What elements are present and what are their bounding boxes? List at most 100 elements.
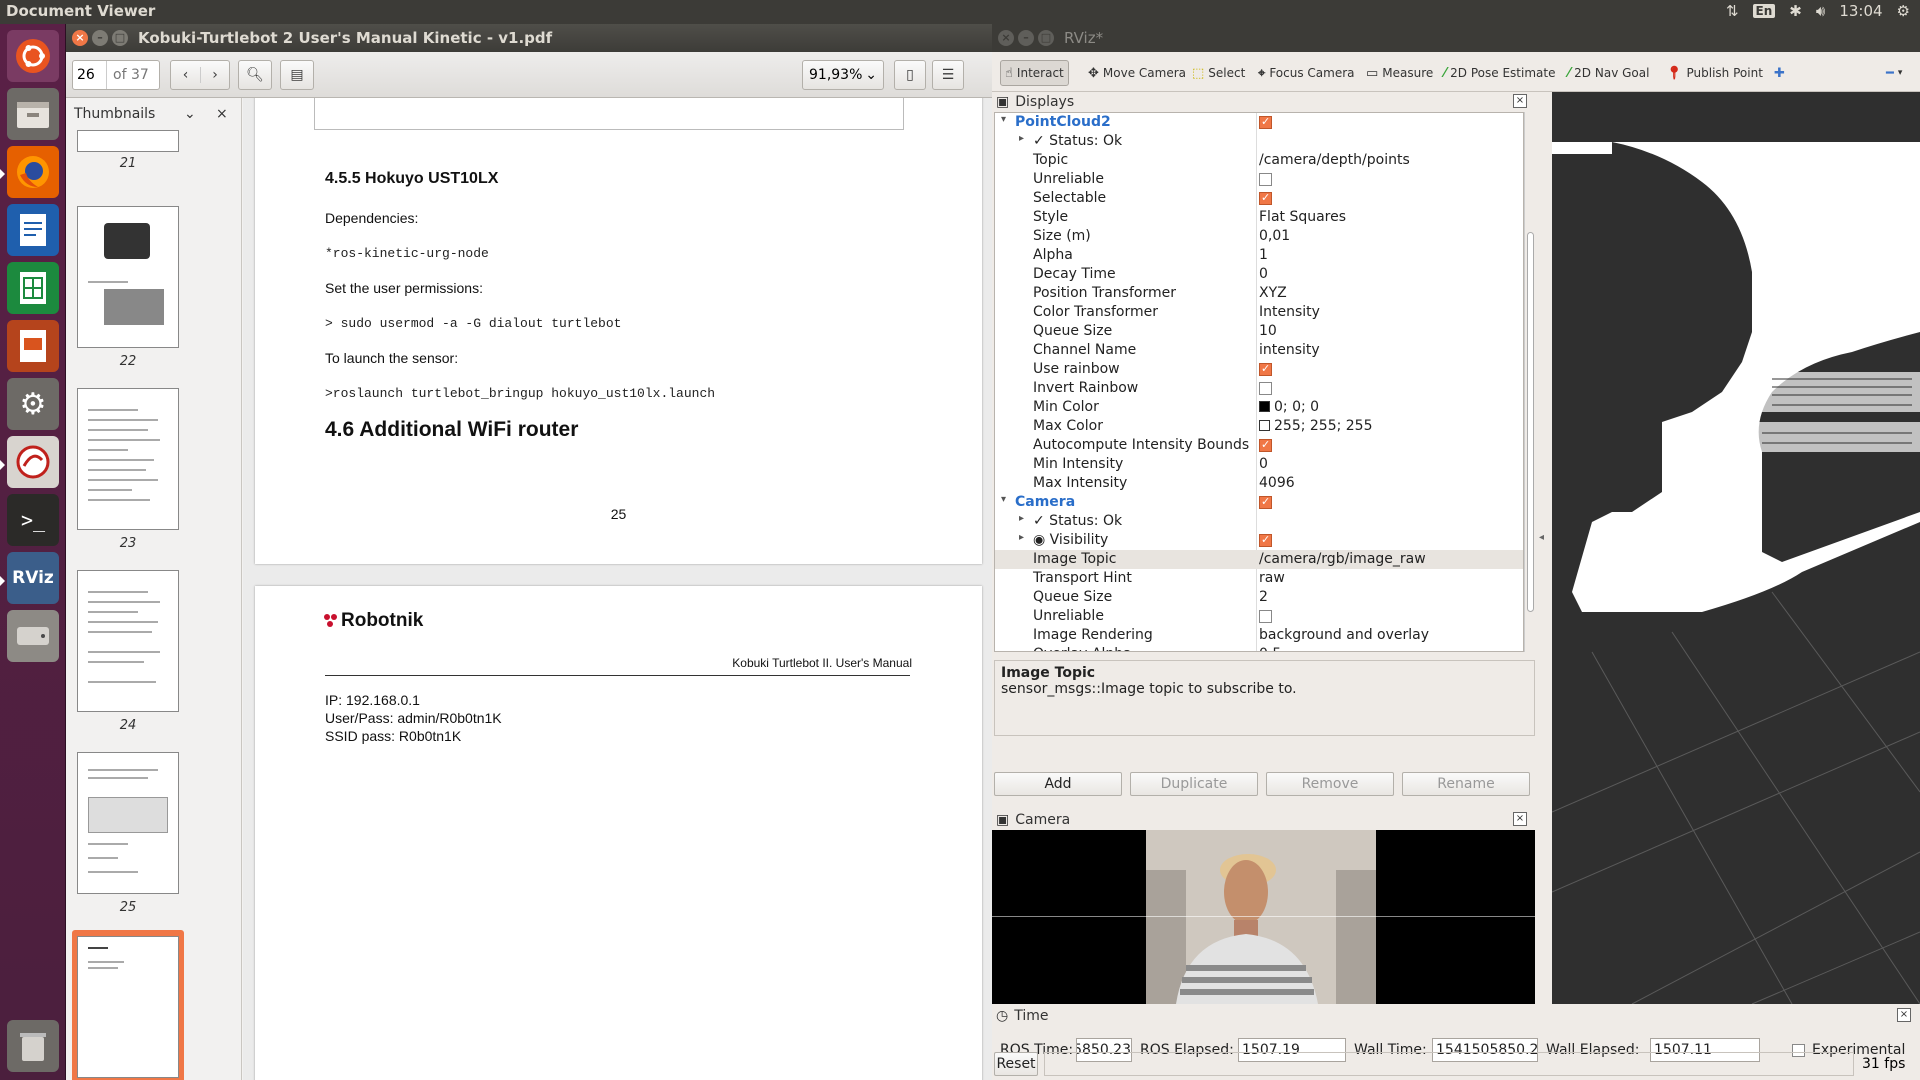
calc-icon[interactable]	[7, 262, 59, 314]
add-tool-button[interactable]: ✚	[1770, 60, 1789, 86]
property-value[interactable]: 255; 255; 255	[1259, 418, 1373, 434]
chevron-right-icon[interactable]: ›	[199, 67, 229, 83]
property-checkbox[interactable]	[1259, 495, 1272, 509]
collapsed-icon[interactable]: ▸	[1019, 513, 1024, 524]
expand-icon[interactable]: ▾	[1001, 114, 1006, 125]
property-checkbox[interactable]	[1259, 382, 1272, 395]
pose-estimate-tool[interactable]: ⁄ 2D Pose Estimate	[1440, 60, 1559, 86]
remove-display-button[interactable]: Remove	[1266, 772, 1394, 796]
thumbnail-page[interactable]	[77, 570, 179, 712]
chevron-down-icon[interactable]: ⌄	[184, 106, 196, 122]
chevron-left-icon[interactable]: ◂	[1539, 532, 1544, 543]
search-button[interactable]: 🔍︎	[238, 60, 272, 90]
tool-menu-button[interactable]: ━ ▾	[1882, 60, 1906, 86]
camera-image-view[interactable]	[992, 830, 1535, 1004]
property-row[interactable]: Transport Hint raw	[995, 569, 1523, 588]
property-row[interactable]: Overlay Alpha 0.5	[995, 645, 1523, 651]
page-selector[interactable]: 26 of 37	[72, 60, 160, 90]
trash-icon[interactable]	[7, 1020, 59, 1072]
impress-icon[interactable]	[7, 320, 59, 372]
property-row[interactable]: Alpha 1	[995, 246, 1523, 265]
document-viewer-icon[interactable]	[7, 436, 59, 488]
thumbnail-page-current[interactable]	[77, 936, 179, 1078]
move-camera-tool[interactable]: ✥ Move Camera	[1084, 60, 1190, 86]
minimize-window-button[interactable]: –	[92, 30, 108, 46]
interact-tool[interactable]: ☝ Interact	[1000, 60, 1069, 86]
property-checkbox[interactable]	[1259, 115, 1272, 129]
property-checkbox[interactable]	[1259, 362, 1272, 376]
property-row[interactable]: Position Transformer XYZ	[995, 284, 1523, 303]
property-value[interactable]: /camera/depth/points	[1259, 152, 1410, 168]
gear-icon[interactable]: ⚙	[1897, 2, 1910, 20]
property-row[interactable]: Selectable	[995, 189, 1523, 208]
collapsed-icon[interactable]: ▸	[1019, 133, 1024, 144]
chevron-left-icon[interactable]: ‹	[171, 67, 200, 83]
thumbnail-page[interactable]	[77, 388, 179, 530]
expand-icon[interactable]: ▾	[1001, 494, 1006, 505]
property-value[interactable]: Flat Squares	[1259, 209, 1346, 225]
document-view[interactable]: 4.5.5 Hokuyo UST10LX Dependencies: *ros-…	[243, 98, 992, 1080]
property-row[interactable]: Color Transformer Intensity	[995, 303, 1523, 322]
property-value[interactable]: raw	[1259, 570, 1285, 586]
property-row[interactable]: Image Rendering background and overlay	[995, 626, 1523, 645]
maximize-window-button[interactable]: □	[112, 30, 128, 46]
close-window-button[interactable]: ×	[72, 30, 88, 46]
collapsed-icon[interactable]: ▸	[1019, 532, 1024, 543]
menu-button[interactable]: ☰	[932, 60, 964, 90]
display-row[interactable]: ▾ Camera	[995, 493, 1523, 512]
page-layout-button[interactable]: ▯	[894, 60, 926, 90]
terminal-icon[interactable]: >_	[7, 494, 59, 546]
focus-camera-tool[interactable]: ⌖ Focus Camera	[1254, 60, 1359, 86]
property-value[interactable]: XYZ	[1259, 285, 1287, 301]
publish-point-tool[interactable]: 📍︎ Publish Point	[1662, 60, 1767, 86]
close-panel-icon[interactable]: ×	[1897, 1008, 1911, 1022]
property-checkbox[interactable]	[1259, 438, 1272, 452]
reset-button[interactable]: Reset	[994, 1052, 1038, 1076]
property-checkbox[interactable]	[1259, 191, 1272, 205]
page-number-input[interactable]: 26	[73, 61, 107, 89]
property-row[interactable]: Use rainbow	[995, 360, 1523, 379]
disk-icon[interactable]	[7, 610, 59, 662]
close-panel-icon[interactable]: ×	[1513, 94, 1527, 108]
property-row[interactable]: Image Topic/camera/rgb/image_raw	[995, 550, 1523, 569]
property-row[interactable]: Decay Time 0	[995, 265, 1523, 284]
property-row[interactable]: Autocompute Intensity Bounds	[995, 436, 1523, 455]
property-row[interactable]: Min Intensity 0	[995, 455, 1523, 474]
system-settings-icon[interactable]: ⚙	[7, 378, 59, 430]
volume-icon[interactable]: 🔊︎	[1816, 2, 1825, 20]
rename-display-button[interactable]: Rename	[1402, 772, 1530, 796]
property-value[interactable]: /camera/rgb/image_raw	[1259, 551, 1426, 567]
property-checkbox[interactable]	[1259, 533, 1272, 547]
thumbnail-page[interactable]	[77, 206, 179, 348]
property-value[interactable]: 0	[1259, 456, 1268, 472]
measure-tool[interactable]: ▭ Measure	[1362, 60, 1437, 86]
annotations-button[interactable]: ▤	[280, 60, 314, 90]
property-row[interactable]: Queue Size 10	[995, 322, 1523, 341]
3d-render-view[interactable]	[1552, 92, 1920, 1004]
property-value[interactable]: 0,01	[1259, 228, 1290, 244]
add-display-button[interactable]: Add	[994, 772, 1122, 796]
writer-icon[interactable]	[7, 204, 59, 256]
files-icon[interactable]	[7, 88, 59, 140]
panel-splitter[interactable]: ◂	[1535, 92, 1552, 1004]
nav-goal-tool[interactable]: ⁄ 2D Nav Goal	[1564, 60, 1653, 86]
select-tool[interactable]: ⬚ Select	[1188, 60, 1249, 86]
close-panel-icon[interactable]: ×	[1513, 812, 1527, 826]
firefox-icon[interactable]	[7, 146, 59, 198]
maximize-window-button[interactable]: □	[1038, 30, 1054, 46]
minimize-window-button[interactable]: –	[1018, 30, 1034, 46]
property-value[interactable]: 2	[1259, 589, 1268, 605]
property-row[interactable]: Max Color 255; 255; 255	[995, 417, 1523, 436]
property-value[interactable]: background and overlay	[1259, 627, 1429, 643]
property-row[interactable]: Unreliable	[995, 607, 1523, 626]
property-row[interactable]: Topic/camera/depth/points	[995, 151, 1523, 170]
property-row[interactable]: Queue Size 2	[995, 588, 1523, 607]
property-row[interactable]: Invert Rainbow	[995, 379, 1523, 398]
property-value[interactable]: intensity	[1259, 342, 1320, 358]
keyboard-layout-indicator[interactable]: En	[1752, 4, 1776, 18]
displays-tree[interactable]: ▾ PointCloud2 ▸ ✓ Status: Ok Topic/camera/de…	[994, 112, 1524, 652]
property-value[interactable]: Intensity	[1259, 304, 1320, 320]
property-row[interactable]: ▸ ✓ Status: Ok	[995, 512, 1523, 531]
scrollbar-thumb[interactable]	[1527, 232, 1534, 612]
document-viewer-titlebar[interactable]: × – □ Kobuki-Turtlebot 2 User's Manual K…	[66, 24, 992, 52]
